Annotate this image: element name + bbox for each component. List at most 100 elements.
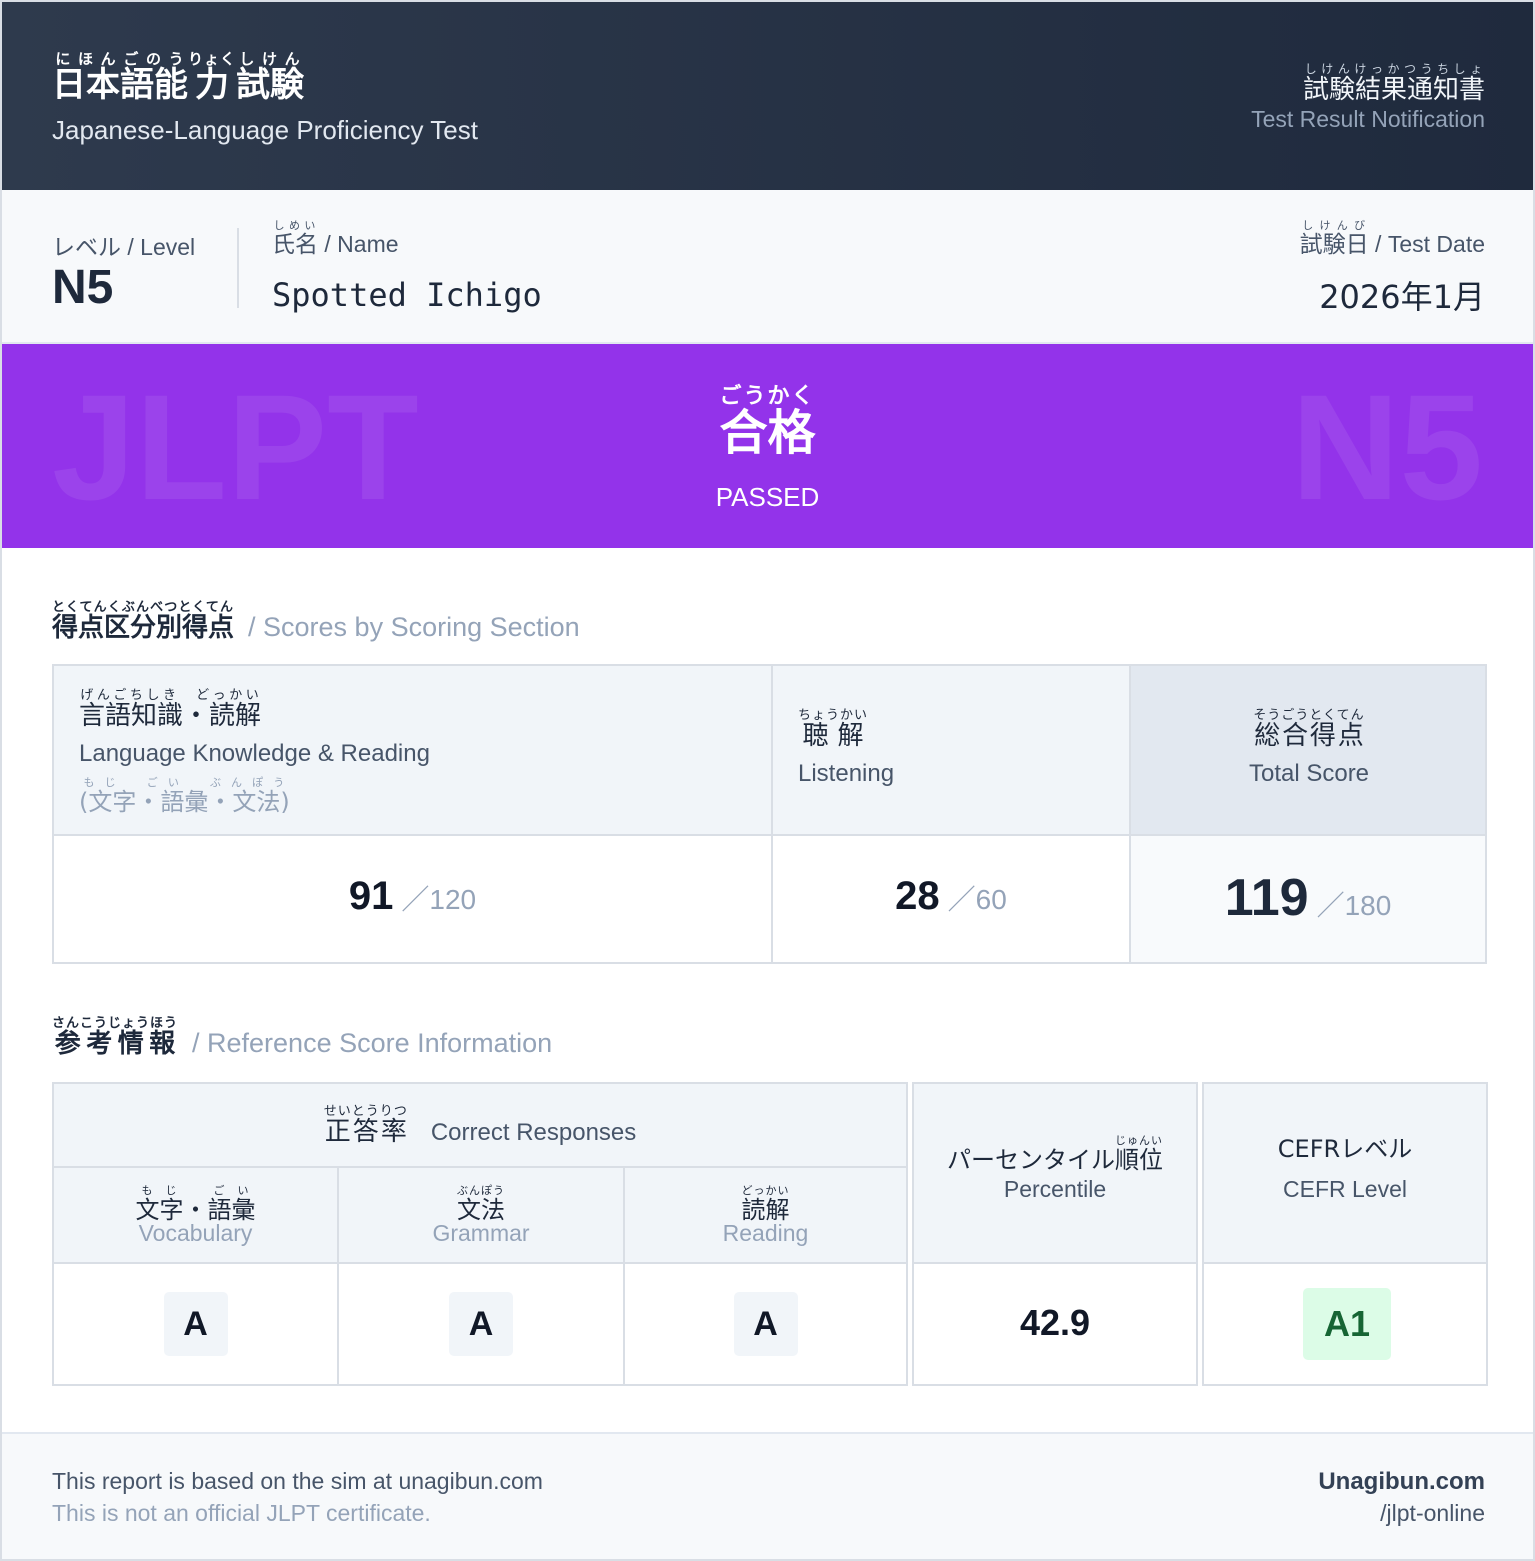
grammar-reading: ぶんぽう [457, 1184, 505, 1197]
header-total-score: 総合得点そうごうとくてん Total Score [1129, 666, 1485, 836]
cefr-table: CEFRレベル CEFR Level A1 [1202, 1082, 1488, 1386]
result-banner: JLPT N5 合格ごうかく PASSED [2, 344, 1533, 548]
total-score: 119 [1224, 869, 1309, 927]
vocabulary-en: Vocabulary [138, 1220, 253, 1246]
total-title-en: Total Score [1248, 760, 1370, 787]
correct-title-jp: 正答率 [323, 1117, 408, 1147]
footer-disclaimer: This is not an official JLPT certificate… [52, 1500, 431, 1526]
name-label-reading: しめい [272, 220, 318, 232]
cefr-level-badge: A1 [1303, 1288, 1391, 1360]
level-label: レベル / Level [52, 234, 196, 260]
scores-title-jp: 得点区分別得点 [52, 613, 235, 643]
score-cell-listening: 28 ／60 [771, 836, 1129, 962]
title-part-3-reading: しけん [236, 50, 304, 68]
header-language-knowledge: 言語知識・読解げんごちしき どっかい Language Knowledge & … [54, 666, 771, 836]
lk-title-jp: 言語知識・読解 [79, 701, 262, 731]
total-title-jp: 総合得点 [1253, 721, 1365, 751]
lk-title-reading: げんごちしき どっかい [79, 688, 262, 703]
title-part-2: 力 [188, 65, 236, 105]
scores-title-reading: とくてんくぶんべつとくてん [52, 600, 234, 615]
correct-responses-table: 正答率せいとうりつ Correct Responses 文字・語彙もじ ごい Vo… [52, 1082, 908, 1386]
date-label-en: / Test Date [1368, 231, 1485, 257]
percentile-title-text: パーセンタイル順位じゅんい [947, 1134, 1163, 1174]
header-listening: 聴解ちょうかい Listening [771, 666, 1129, 836]
result-status-jp: 合格ごうかく [2, 384, 1533, 461]
candidate-info: レベル / Level N5 氏名しめい / Name Spotted Ichi… [2, 190, 1533, 344]
footer-brand-link[interactable]: Unagibun.com [1318, 1468, 1485, 1496]
total-title-reading: そうごうとくてん [1253, 708, 1365, 723]
lk-subtitle: (文字・語彙・文法) [79, 788, 290, 816]
listening-title-reading: ちょうかい [798, 708, 869, 723]
footer-source-note: This report is based on the sim at unagi… [52, 1468, 543, 1494]
result-certificate: 日本語能にほんごのう力りょく試験しけん Japanese-Language Pr… [0, 0, 1535, 1561]
reading-en: Reading [722, 1220, 809, 1246]
grammar-grade-cell: A [337, 1264, 623, 1384]
vocabulary-grade-cell: A [54, 1264, 337, 1384]
header-reading: 読解どっかい Reading [623, 1168, 906, 1264]
percentile-value: 42.9 [1019, 1302, 1091, 1343]
date-label-reading: しけんび [1299, 220, 1369, 232]
percentile-title-jp: パーセンタイル順位じゅんい [914, 1134, 1196, 1175]
score-cell-total: 119 ／180 [1129, 836, 1485, 962]
cefr-title-jp: CEFRレベル [1277, 1135, 1413, 1163]
correct-title-en: Correct Responses [430, 1119, 637, 1146]
listening-title-jp: 聴解 [798, 721, 869, 751]
test-date-value: 2026年1月 [1319, 278, 1485, 316]
candidate-name: Spotted Ichigo [272, 276, 542, 314]
result-status-reading: ごうかく [719, 384, 816, 409]
name-label-en: / Name [318, 231, 399, 257]
info-divider [237, 228, 239, 308]
score-slash: ／ [947, 884, 976, 915]
cefr-title-en: CEFR Level [1283, 1176, 1407, 1202]
lk-score: 91 [348, 874, 394, 918]
title-part-1: 日本語能 [52, 65, 188, 105]
title-part-1-reading: にほんごのう [52, 50, 188, 68]
score-slash: ／ [401, 884, 430, 915]
title-part-3: 試験 [236, 65, 304, 105]
header-grammar: 文法ぶんぽう Grammar [337, 1168, 623, 1264]
percentile-rank-reading: じゅんい [1115, 1134, 1163, 1147]
result-status-en: PASSED [715, 482, 820, 512]
date-label-kanji: 試験日 [1299, 231, 1369, 257]
scores-title-en: / Scores by Scoring Section [248, 612, 580, 642]
listening-title-en: Listening [798, 760, 895, 787]
test-date-label: 試験日しけんび / Test Date [1300, 220, 1485, 259]
correct-responses-header: 正答率せいとうりつ Correct Responses [54, 1084, 906, 1168]
score-slash: ／ [1316, 890, 1345, 921]
listening-score: 28 [895, 874, 940, 918]
notification-title-reading: しけんけっかつうちしょ [1302, 62, 1485, 76]
level-value: N5 [52, 261, 114, 314]
footer-path-link[interactable]: /jlpt-online [1380, 1500, 1485, 1527]
reading-reading: どっかい [741, 1184, 790, 1197]
result-status-kanji: 合格 [719, 405, 816, 461]
percentile-rank-kanji: 順位じゅんい [1115, 1134, 1163, 1174]
certificate-header: 日本語能にほんごのう力りょく試験しけん Japanese-Language Pr… [2, 2, 1533, 190]
reading-grade-badge: A [733, 1292, 798, 1356]
notification-title-jp: 試験結果通知書 [1302, 75, 1485, 105]
reference-title-reading: さんこうじょうほう [52, 1016, 179, 1031]
cefr-header: CEFRレベル CEFR Level [1204, 1084, 1486, 1264]
listening-max-score: 60 [975, 884, 1007, 915]
name-label: 氏名しめい / Name [272, 220, 399, 259]
notification-title-en: Test Result Notification [1251, 106, 1485, 132]
title-part-2-reading: りょく [188, 50, 237, 68]
correct-title-reading: せいとうりつ [323, 1104, 408, 1119]
percentile-header: パーセンタイル順位じゅんい Percentile [914, 1084, 1196, 1264]
score-cell-language-knowledge: 91 ／120 [54, 836, 771, 962]
vocabulary-reading: もじ ごい [135, 1184, 256, 1197]
score-table: 言語知識・読解げんごちしき どっかい Language Knowledge & … [52, 664, 1487, 964]
scores-section-title: 得点区分別得点とくてんくぶんべつとくてん / Scores by Scoring … [52, 600, 580, 644]
vocabulary-grade-badge: A [163, 1292, 228, 1356]
test-subtitle: Japanese-Language Proficiency Test [52, 115, 478, 145]
reference-section-title: 参考情報さんこうじょうほう / Reference Score Informati… [52, 1016, 552, 1060]
lk-subtitle-reading: もじ ごい ぶんぽう [79, 776, 290, 789]
percentile-title-en: Percentile [1003, 1176, 1107, 1202]
reading-grade-cell: A [623, 1264, 906, 1384]
test-title: 日本語能にほんごのう力りょく試験しけん [52, 50, 304, 105]
lk-title-en: Language Knowledge & Reading [79, 740, 430, 767]
header-vocabulary: 文字・語彙もじ ごい Vocabulary [54, 1168, 337, 1264]
percentile-table: パーセンタイル順位じゅんい Percentile 42.9 [912, 1082, 1198, 1386]
total-max-score: 180 [1344, 890, 1392, 921]
name-label-kanji: 氏名 [272, 231, 318, 257]
grammar-en: Grammar [432, 1220, 530, 1246]
